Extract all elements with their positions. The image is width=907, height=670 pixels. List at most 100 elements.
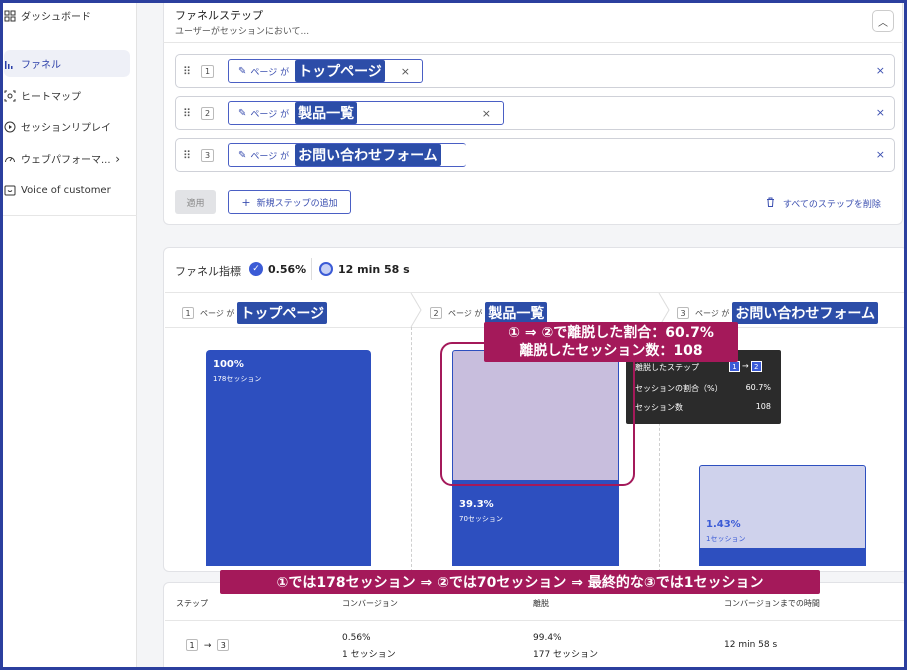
table-header-time: コンバージョンまでの時間	[724, 599, 820, 608]
plus-icon: +	[241, 195, 251, 209]
step-number: 2	[430, 307, 442, 319]
sidebar-item-voice-of-customer[interactable]: Voice of customer	[0, 177, 130, 204]
tooltip-count-value: 108	[755, 402, 771, 411]
dropoff-annotation-line1: ① ⇒ ②で離脱した割合：60.7%	[508, 325, 714, 341]
dropoff-annotation-line2: 離脱したセッション数：108	[519, 343, 703, 359]
tooltip-title-row: 離脱したステップ 1 → 2	[635, 361, 762, 373]
gauge-icon	[4, 153, 16, 165]
condition-label: ページ が	[200, 308, 235, 318]
step-number: 1	[201, 65, 214, 78]
step-number: 2	[201, 107, 214, 120]
sidebar: ダッシュボード ファネル ヒートマップ セッションリプレイ ウェブパフォーマ..…	[0, 0, 137, 670]
summary-annotation: ①では178セッション ⇒ ②では70セッション ⇒ 最終的な③では1セッション	[220, 570, 820, 594]
divider	[165, 292, 907, 293]
grid-icon	[4, 10, 16, 22]
add-step-button[interactable]: + 新規ステップの追加	[228, 190, 351, 214]
steps-panel-title: ファネルステップ	[175, 9, 263, 22]
sidebar-item-funnel[interactable]: ファネル	[4, 50, 130, 77]
trash-icon	[766, 197, 778, 210]
sidebar-item-label: ファネル	[21, 60, 61, 71]
collapse-button[interactable]: ︿	[872, 10, 894, 32]
session-label: 70セッション	[459, 515, 503, 524]
step-row-3: ⠿ 3 ✎ ページ が お問い合わせフォーム ×	[175, 138, 895, 172]
data-label: 39.3%	[459, 499, 494, 511]
sidebar-item-dashboard[interactable]: ダッシュボード	[0, 2, 130, 29]
delete-all-steps-button[interactable]: すべてのステップを削除	[766, 197, 881, 210]
tooltip-rate-value: 60.7%	[745, 383, 771, 392]
table-header-dropoff: 離脱	[533, 599, 549, 608]
play-circle-icon	[4, 121, 16, 133]
delete-step-icon[interactable]: ×	[876, 148, 885, 161]
sidebar-item-web-performance[interactable]: ウェブパフォーマ... ›	[0, 145, 130, 172]
add-step-label: 新規ステップの追加	[256, 198, 338, 209]
chevron-right-icon: ›	[115, 151, 120, 166]
apply-button[interactable]: 適用	[175, 190, 216, 214]
dropoff-annotation: ① ⇒ ②で離脱した割合：60.7% 離脱したセッション数：108	[484, 322, 738, 362]
remove-condition-icon[interactable]: ×	[401, 65, 410, 78]
table-cell-conversion-sessions: 1 セッション	[342, 650, 396, 660]
sidebar-divider	[0, 215, 137, 216]
divider	[311, 258, 312, 280]
table-cell-dropoff: 99.4%	[533, 633, 562, 643]
drag-handle-icon[interactable]: ⠿	[183, 65, 191, 78]
table-row-steps: 1 → 3	[186, 639, 230, 651]
funnel-conversion-rate: 0.56%	[268, 263, 307, 276]
session-label: 1セッション	[706, 535, 746, 543]
step-number: 1	[182, 307, 194, 319]
delete-all-label: すべてのステップを削除	[782, 200, 881, 210]
steps-panel-subtitle: ユーザーがセッションにおいて...	[175, 27, 310, 37]
sidebar-item-session-replay[interactable]: セッションリプレイ	[0, 113, 130, 140]
step-condition-chip[interactable]: ✎ ページ が お問い合わせフォーム	[228, 143, 466, 167]
tooltip-rate-label: セッションの割合（%）	[635, 384, 723, 393]
dropoff-highlight-box	[440, 342, 635, 486]
data-label: 1.43%	[706, 519, 741, 530]
step-value: お問い合わせフォーム	[295, 144, 441, 166]
step-row-1: ⠿ 1 ✎ ページ が トップページ × ×	[175, 54, 895, 88]
funnel-metrics-title: ファネル指標	[175, 265, 241, 278]
table-cell-dropoff-sessions: 177 セッション	[533, 650, 599, 660]
chevron-up-icon: ︿	[878, 17, 888, 29]
step-condition-chip[interactable]: ✎ ページ が トップページ ×	[228, 59, 423, 83]
condition-label: ページ が	[695, 308, 730, 318]
drag-handle-icon[interactable]: ⠿	[183, 107, 191, 120]
sidebar-item-label: セッションリプレイ	[21, 123, 111, 134]
step-value: 製品一覧	[295, 102, 358, 124]
heatmap-icon	[4, 90, 16, 102]
condition-label: ページ が	[448, 308, 483, 318]
sidebar-item-label: ヒートマップ	[21, 92, 81, 103]
pencil-icon: ✎	[238, 149, 247, 161]
divider	[165, 620, 907, 621]
drag-handle-icon[interactable]: ⠿	[183, 149, 191, 162]
tooltip-count-label: セッション数	[635, 403, 683, 412]
sidebar-item-label: Voice of customer	[21, 185, 111, 196]
table-header-conversion: コンバージョン	[342, 599, 398, 608]
delete-step-icon[interactable]: ×	[876, 106, 885, 119]
chart-column-header-1: 1 ページ が トップページ	[182, 302, 328, 324]
feedback-icon	[4, 185, 16, 197]
step-row-2: ⠿ 2 ✎ ページ が 製品一覧 × ×	[175, 96, 895, 130]
tick-label: 製品一覧	[485, 302, 548, 324]
condition-label: ページ が	[250, 109, 290, 120]
sidebar-item-heatmap[interactable]: ヒートマップ	[0, 82, 130, 109]
sidebar-item-label: ダッシュボード	[21, 12, 91, 23]
clock-icon	[319, 262, 333, 276]
step-number: 2	[750, 361, 762, 372]
funnel-time: 12 min 58 s	[338, 263, 410, 276]
column-divider	[411, 327, 412, 572]
tick-label: お問い合わせフォーム	[732, 302, 878, 324]
tick-label: トップページ	[237, 302, 328, 324]
pencil-icon: ✎	[238, 65, 247, 77]
funnel-bar[interactable]	[699, 549, 866, 566]
remove-condition-icon[interactable]: ×	[482, 107, 491, 120]
tooltip-title: 離脱したステップ	[635, 363, 699, 372]
step-number: 1	[186, 639, 198, 651]
step-number: 3	[201, 149, 214, 162]
step-value: トップページ	[295, 60, 385, 82]
check-circle-icon: ✓	[249, 262, 263, 276]
step-condition-chip[interactable]: ✎ ページ が 製品一覧 ×	[228, 101, 504, 125]
step-separator-icon	[410, 293, 422, 327]
arrow-right-icon: →	[203, 640, 212, 651]
pencil-icon: ✎	[238, 107, 247, 119]
delete-step-icon[interactable]: ×	[876, 64, 885, 77]
condition-label: ページ が	[250, 151, 290, 162]
